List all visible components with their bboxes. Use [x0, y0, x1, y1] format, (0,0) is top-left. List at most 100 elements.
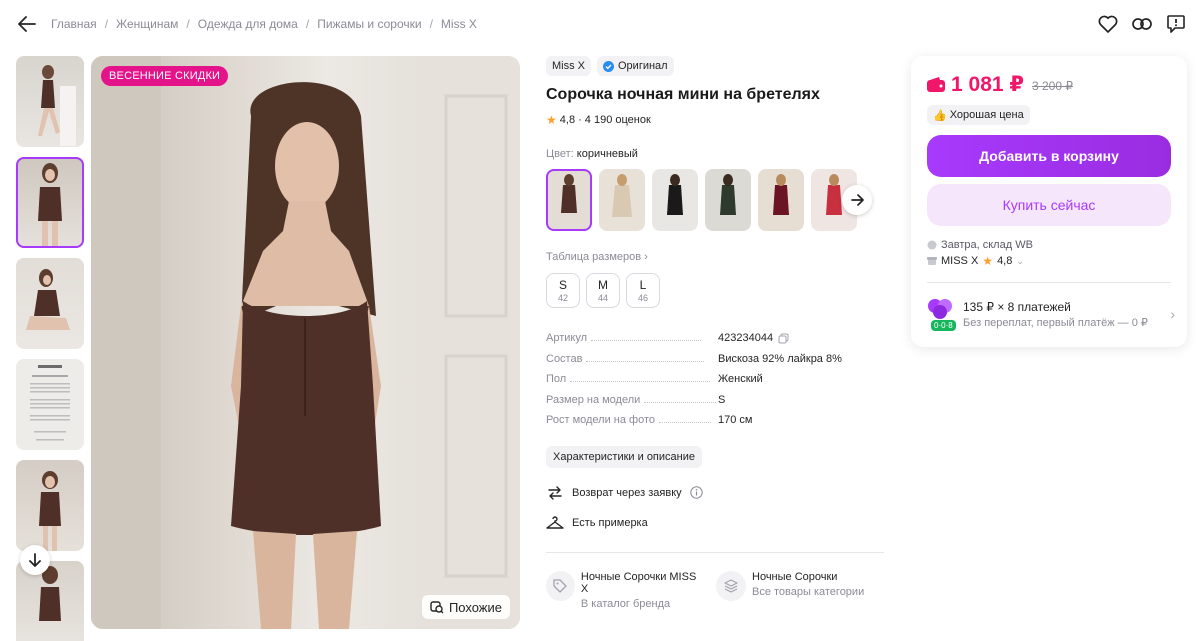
spec-key: Размер на модели — [546, 393, 641, 406]
delivery-info: Завтра, склад WB — [927, 239, 1171, 251]
copy-icon[interactable] — [778, 333, 789, 344]
spec-key: Рост модели на фото — [546, 414, 656, 426]
thumbnail-image[interactable] — [16, 258, 84, 349]
chevron-right-icon: › — [644, 251, 648, 263]
heart-icon[interactable] — [1096, 12, 1120, 36]
return-feature: Возврат через заявку — [546, 484, 884, 502]
spec-value: 170 см — [718, 414, 753, 426]
breadcrumb-item[interactable]: Miss X — [441, 17, 477, 31]
spec-value: S — [718, 393, 726, 406]
rating-row[interactable]: ★ 4,8 · 4 190 оценок — [546, 113, 884, 127]
price-row: 1 081 ₽ 3 200 ₽ — [927, 72, 1171, 97]
characteristics-button[interactable]: Характеристики и описание — [546, 445, 702, 468]
color-swatch[interactable] — [705, 169, 751, 231]
spec-value: Женский — [718, 373, 763, 385]
brand-catalog-link[interactable]: Ночные Сорочки MISS X В каталог бренда — [546, 570, 702, 610]
arrow-right-icon — [850, 194, 864, 206]
seller-rating: 4,8 — [997, 255, 1013, 267]
size-ru: 42 — [557, 293, 568, 303]
breadcrumb-item[interactable]: Пижамы и сорочки — [317, 17, 421, 31]
size-table-link[interactable]: Таблица размеров › — [546, 251, 884, 263]
size-label: L — [639, 278, 647, 292]
size-selector: S 42 M 44 L 46 — [546, 273, 884, 308]
size-ru: 44 — [597, 293, 608, 303]
spec-key: Артикул — [546, 332, 588, 344]
report-icon[interactable] — [1164, 12, 1188, 36]
thumbnail-image[interactable] — [16, 157, 84, 248]
wallet-icon — [927, 77, 945, 92]
search-similar-icon — [430, 601, 444, 614]
spec-row: Артикул 423234044 — [546, 332, 884, 353]
seller-name: MISS X — [941, 255, 979, 267]
rating-value: 4,8 — [559, 114, 576, 126]
color-swatch[interactable] — [758, 169, 804, 231]
size-label: M — [598, 278, 608, 292]
star-icon: ★ — [982, 254, 994, 268]
hanger-icon — [546, 514, 564, 532]
thumbnail-image[interactable] — [16, 359, 84, 450]
category-links: Ночные Сорочки MISS X В каталог бренда Но… — [546, 570, 884, 610]
size-label: S — [558, 278, 567, 292]
category-title: Ночные Сорочки MISS X — [580, 570, 697, 595]
category-link[interactable]: Ночные Сорочки Все товары категории — [716, 570, 865, 610]
link-icon[interactable] — [1130, 12, 1154, 36]
spec-value: 423234044 — [718, 332, 789, 344]
thumbnail-image[interactable] — [16, 56, 84, 147]
installment-offer[interactable]: 0·0·8 135 ₽ × 8 платежей Без переплат, п… — [927, 297, 1175, 331]
installment-badge: 0·0·8 — [931, 320, 956, 331]
category-subtitle: Все товары категории — [752, 585, 865, 598]
color-swatch[interactable] — [652, 169, 698, 231]
product-photo[interactable]: ВЕСЕННИЕ СКИДКИ Похожие — [91, 56, 520, 629]
breadcrumb-separator: / — [186, 17, 190, 31]
return-label: Возврат через заявку — [572, 486, 682, 499]
swatches-next-button[interactable] — [842, 185, 872, 215]
original-badge: Оригинал — [597, 56, 674, 76]
top-bar: Главная / Женщинам / Одежда для дома / П… — [0, 0, 1200, 50]
breadcrumb-item[interactable]: Главная — [51, 17, 97, 31]
verified-icon — [603, 60, 614, 72]
installment-title: 135 ₽ × 8 платежей — [963, 299, 1071, 314]
similar-button[interactable]: Похожие — [421, 595, 510, 619]
color-swatches — [546, 169, 884, 231]
info-icon[interactable] — [689, 486, 703, 499]
add-to-cart-button[interactable]: Добавить в корзину — [927, 135, 1171, 177]
arrow-down-icon — [29, 553, 41, 567]
spec-value: Вискоза 92% лайкра 8% — [718, 352, 842, 365]
spec-row: Размер на модели S — [546, 394, 884, 415]
article-number: 423234044 — [718, 332, 774, 344]
old-price: 3 200 ₽ — [1032, 79, 1073, 93]
seller-link[interactable]: MISS X ★ 4,8 ⌄ — [927, 254, 1171, 268]
fitting-label: Есть примерка — [572, 516, 648, 529]
back-arrow-icon[interactable] — [16, 13, 38, 35]
original-label: Оригинал — [618, 60, 668, 72]
thumbnail-image[interactable] — [16, 561, 84, 641]
size-option[interactable]: L 46 — [626, 273, 660, 308]
breadcrumb-separator: / — [429, 17, 433, 31]
thumbnail-image[interactable] — [16, 460, 84, 551]
size-option[interactable]: S 42 — [546, 273, 580, 308]
buy-card: 1 081 ₽ 3 200 ₽ 👍 Хорошая цена Добавить … — [911, 56, 1187, 347]
promo-badge: ВЕСЕННИЕ СКИДКИ — [101, 66, 229, 86]
installment-subtitle: Без переплат, первый платёж — 0 ₽ — [963, 316, 1148, 329]
spec-list: Артикул 423234044 Состав Вискоза 92% лай… — [546, 332, 884, 435]
product-title: Сорочка ночная мини на бретелях — [546, 86, 820, 103]
similar-label: Похожие — [448, 599, 502, 615]
scroll-down-button[interactable] — [20, 545, 50, 575]
buy-now-button[interactable]: Купить сейчас — [927, 184, 1171, 226]
spec-row: Рост модели на фото 170 см — [546, 414, 884, 435]
star-icon: ★ — [546, 113, 557, 127]
brand-chip[interactable]: Miss X — [546, 56, 591, 76]
delivery-label: Завтра, склад WB — [941, 239, 1033, 251]
spec-key: Состав — [546, 352, 583, 365]
divider — [927, 282, 1171, 283]
thumbs-up-icon: 👍 — [933, 109, 947, 122]
delivery-icon — [927, 240, 937, 250]
top-actions — [1096, 12, 1188, 36]
size-option[interactable]: M 44 — [586, 273, 620, 308]
return-icon — [546, 484, 564, 502]
breadcrumb-item[interactable]: Женщинам — [116, 17, 178, 31]
color-swatch[interactable] — [599, 169, 645, 231]
breadcrumb-item[interactable]: Одежда для дома — [198, 17, 298, 31]
color-swatch[interactable] — [546, 169, 592, 231]
size-table-label: Таблица размеров — [546, 251, 642, 263]
